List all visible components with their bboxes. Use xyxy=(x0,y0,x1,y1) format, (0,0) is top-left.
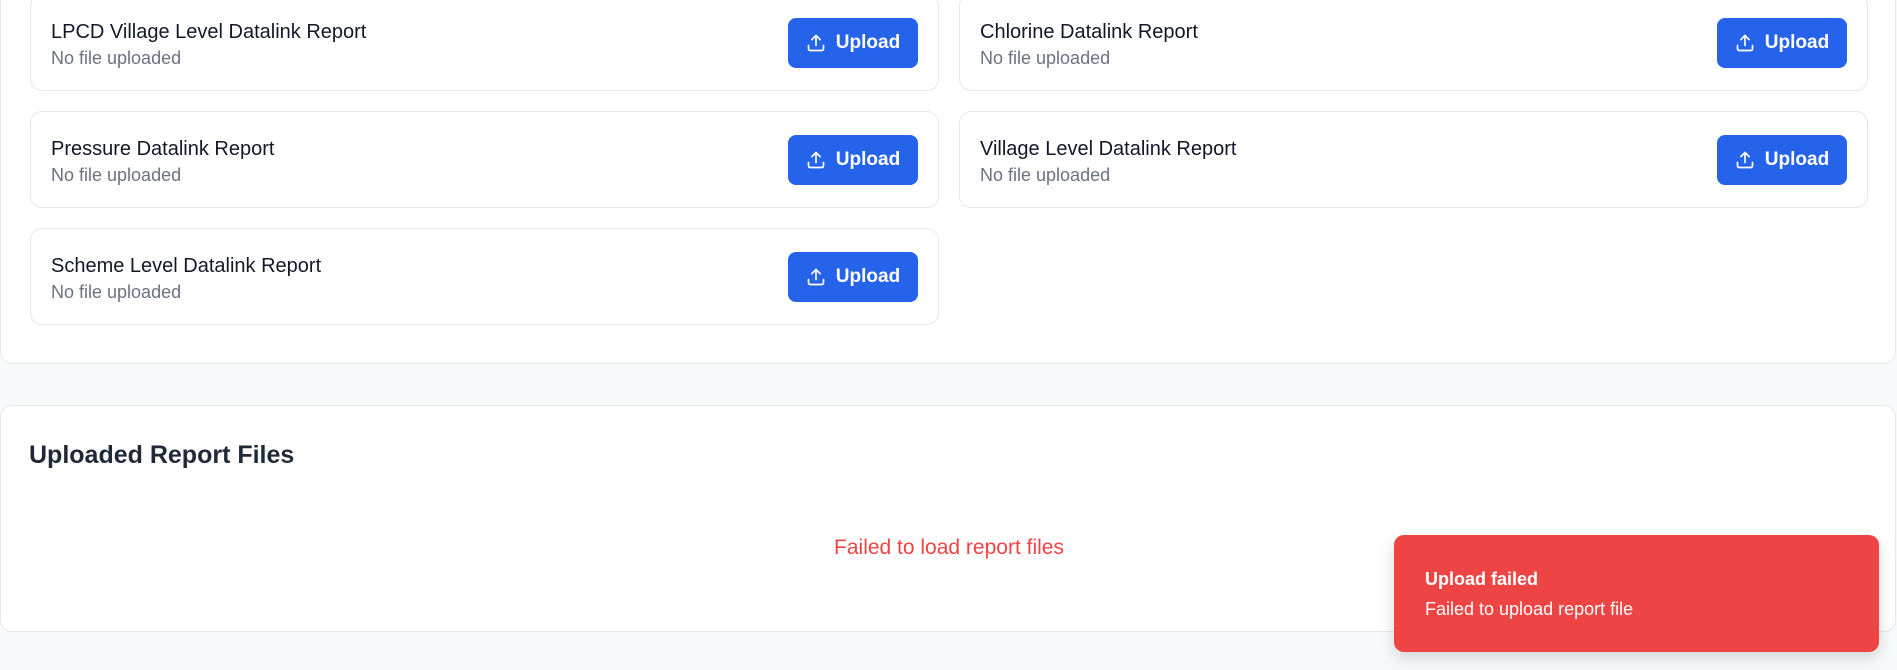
report-card-title: Chlorine Datalink Report xyxy=(980,21,1198,43)
upload-button-pressure[interactable]: Upload xyxy=(788,135,918,185)
report-card-title: Pressure Datalink Report xyxy=(51,138,275,160)
upload-button-label: Upload xyxy=(1764,32,1830,53)
upload-button-label: Upload xyxy=(1764,149,1830,170)
report-upload-panel: LPCD Village Level Datalink Report No fi… xyxy=(0,0,1896,364)
upload-button-label: Upload xyxy=(835,32,901,53)
report-card-status: No file uploaded xyxy=(980,48,1111,68)
toast-message: Failed to upload report file xyxy=(1425,599,1634,619)
upload-button-label: Upload xyxy=(835,266,901,287)
report-card-lpcd-village-level: LPCD Village Level Datalink Report No fi… xyxy=(30,0,939,91)
upload-button-scheme-level[interactable]: Upload xyxy=(788,252,918,302)
upload-button-label: Upload xyxy=(835,149,901,170)
report-card-scheme-level: Scheme Level Datalink Report No file upl… xyxy=(30,228,939,325)
report-card-village-level: Village Level Datalink Report No file up… xyxy=(959,111,1868,208)
upload-icon xyxy=(806,267,826,287)
page: LPCD Village Level Datalink Report No fi… xyxy=(0,0,1897,670)
uploaded-files-title: Uploaded Report Files xyxy=(29,441,295,469)
error-toast[interactable]: Upload failed Failed to upload report fi… xyxy=(1394,535,1879,652)
upload-button-chlorine[interactable]: Upload xyxy=(1717,18,1847,68)
upload-button-lpcd-village-level[interactable]: Upload xyxy=(788,18,918,68)
report-card-status: No file uploaded xyxy=(51,48,182,68)
report-card-status: No file uploaded xyxy=(51,165,182,185)
upload-icon xyxy=(1735,150,1755,170)
report-card-title: Scheme Level Datalink Report xyxy=(51,255,322,277)
upload-icon xyxy=(806,33,826,53)
report-card-status: No file uploaded xyxy=(980,165,1111,185)
report-card-title: LPCD Village Level Datalink Report xyxy=(51,21,367,43)
toast-title: Upload failed xyxy=(1425,569,1539,589)
report-card-chlorine: Chlorine Datalink Report No file uploade… xyxy=(959,0,1868,91)
upload-button-village-level[interactable]: Upload xyxy=(1717,135,1847,185)
upload-icon xyxy=(806,150,826,170)
upload-icon xyxy=(1735,33,1755,53)
report-card-pressure: Pressure Datalink Report No file uploade… xyxy=(30,111,939,208)
report-card-title: Village Level Datalink Report xyxy=(980,138,1237,160)
report-card-status: No file uploaded xyxy=(51,282,182,302)
